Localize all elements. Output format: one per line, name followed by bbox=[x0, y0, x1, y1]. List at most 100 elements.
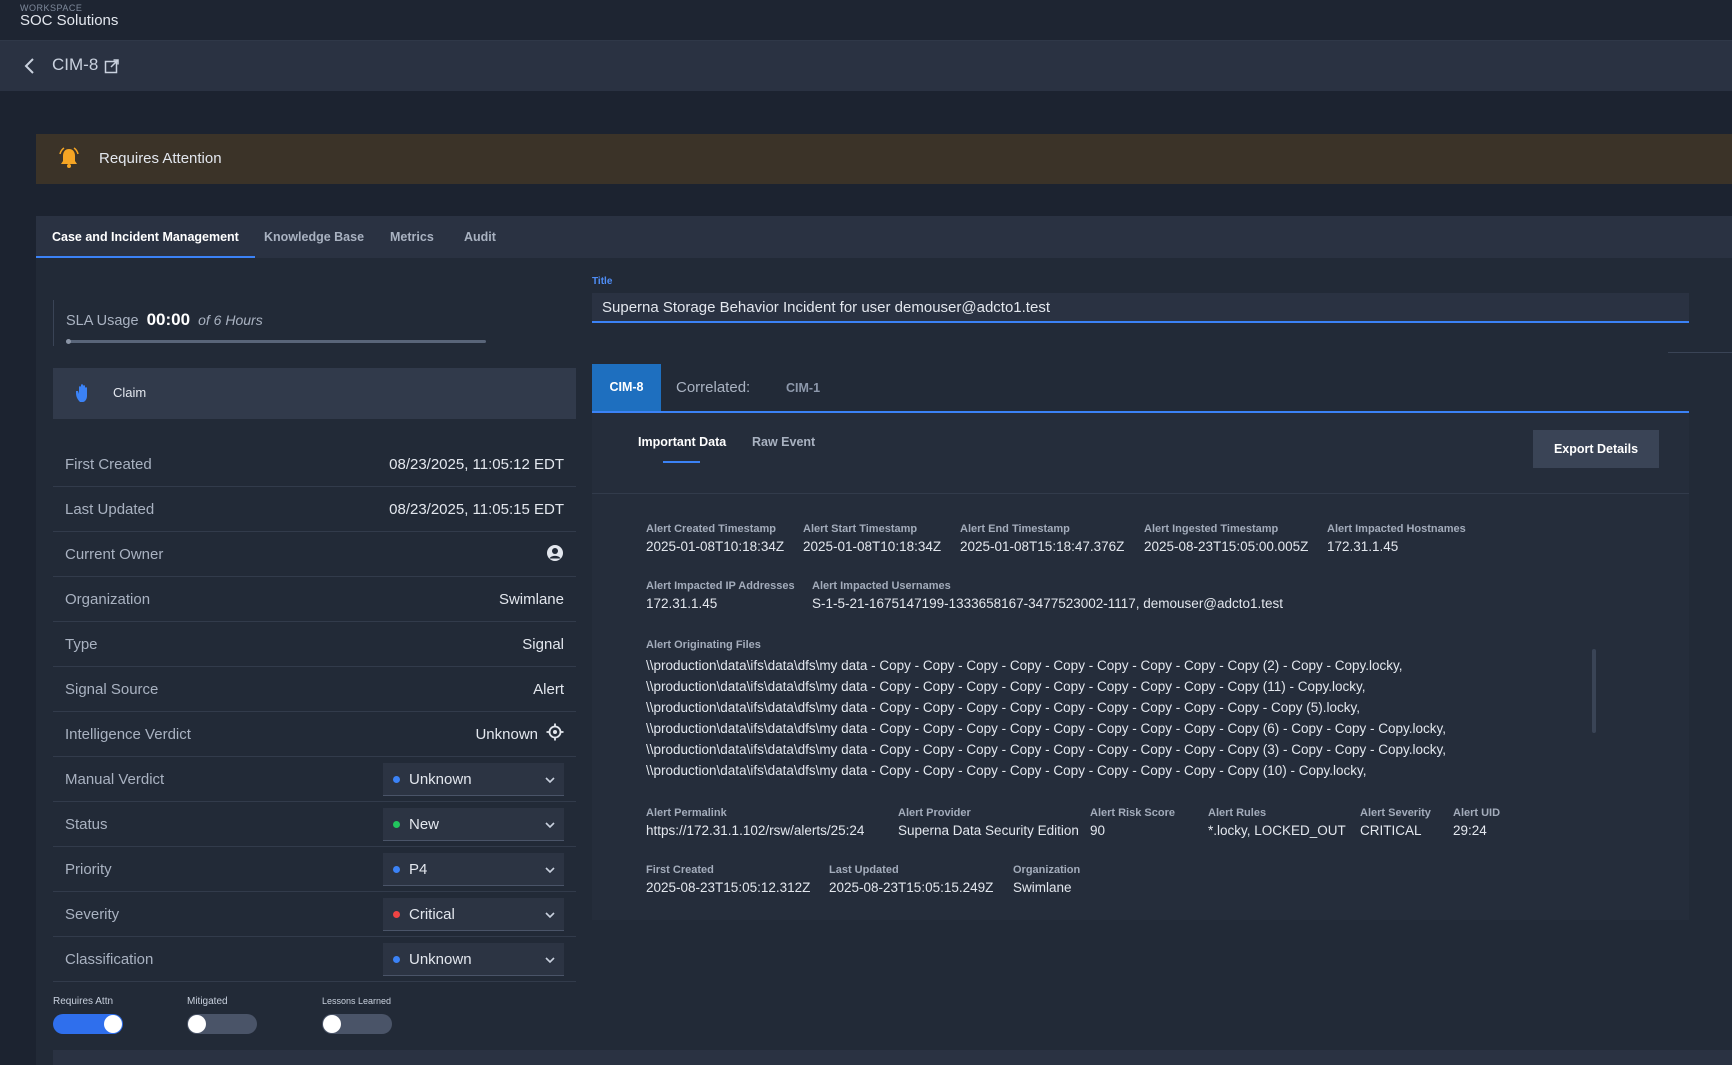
tab-cim-8[interactable]: CIM-8 bbox=[592, 364, 661, 411]
detail-alert-end: Alert End Timestamp 2025-01-08T15:18:47.… bbox=[960, 523, 1124, 554]
case-header: CIM-8 bbox=[0, 41, 1732, 91]
classification-select[interactable]: Unknown bbox=[383, 943, 564, 976]
tab-knowledge-base[interactable]: Knowledge Base bbox=[264, 216, 364, 258]
tab-important-data[interactable]: Important Data bbox=[638, 435, 726, 449]
detail-alert-provider: Alert Provider Superna Data Security Edi… bbox=[898, 807, 1079, 838]
user-avatar-icon[interactable] bbox=[546, 544, 564, 562]
detail-value: 2025-08-23T15:05:15.249Z bbox=[829, 880, 994, 895]
detail-label: First Created bbox=[646, 864, 714, 876]
detail-alert-risk-score: Alert Risk Score 90 bbox=[1090, 807, 1175, 838]
files-scrollbar[interactable] bbox=[1592, 649, 1596, 733]
manual-verdict-select[interactable]: Unknown bbox=[383, 763, 564, 796]
detail-alert-ips: Alert Impacted IP Addresses 172.31.1.45 bbox=[646, 580, 795, 611]
detail-value: S-1-5-21-1675147199-1333658167-347752300… bbox=[812, 596, 1284, 611]
requires-attn-toggle[interactable] bbox=[53, 1014, 123, 1034]
detail-value: 29:24 bbox=[1453, 823, 1487, 838]
field-label: Current Owner bbox=[65, 546, 164, 563]
workspace-name[interactable]: SOC Solutions bbox=[20, 12, 118, 29]
field-severity: Severity Critical bbox=[53, 892, 576, 937]
crosshair-icon[interactable] bbox=[546, 723, 564, 741]
field-value: Alert bbox=[533, 681, 564, 698]
back-arrow-icon[interactable] bbox=[20, 56, 40, 76]
hand-icon bbox=[76, 384, 87, 402]
case-toggles: Requires Attn Mitigated Lessons Learned bbox=[53, 996, 576, 1056]
detail-label: Alert Impacted Usernames bbox=[812, 580, 951, 592]
sla-label: SLA Usage bbox=[66, 313, 139, 329]
detail-label: Alert Risk Score bbox=[1090, 807, 1175, 819]
detail-label: Alert Created Timestamp bbox=[646, 523, 777, 535]
detail-alert-severity: Alert Severity CRITICAL bbox=[1360, 807, 1431, 838]
detail-organization: Organization Swimlane bbox=[1013, 864, 1080, 895]
field-priority: Priority P4 bbox=[53, 847, 576, 892]
detail-alert-files: Alert Originating Files \\production\dat… bbox=[646, 639, 1586, 784]
field-label: Type bbox=[65, 636, 98, 653]
banner-text: Requires Attention bbox=[99, 150, 222, 167]
title-input[interactable] bbox=[592, 293, 1689, 323]
field-label: Manual Verdict bbox=[65, 771, 165, 788]
detail-value[interactable]: https://172.31.1.102/rsw/alerts/25:24 bbox=[646, 823, 864, 838]
field-type: Type Signal bbox=[53, 622, 576, 667]
field-value: Swimlane bbox=[498, 591, 564, 608]
field-classification: Classification Unknown bbox=[53, 937, 576, 982]
detail-value: 172.31.1.45 bbox=[1327, 539, 1399, 554]
detail-value: 2025-08-23T15:05:12.312Z bbox=[646, 880, 811, 895]
export-details-button[interactable]: Export Details bbox=[1533, 430, 1659, 468]
field-label: Intelligence Verdict bbox=[65, 726, 191, 743]
divider bbox=[592, 493, 1689, 494]
priority-select[interactable]: P4 bbox=[383, 853, 564, 886]
field-intelligence-verdict: Intelligence Verdict Unknown bbox=[53, 712, 576, 757]
detail-label: Last Updated bbox=[829, 864, 899, 876]
claim-button[interactable]: Claim bbox=[53, 368, 576, 419]
field-status: Status New bbox=[53, 802, 576, 847]
detail-alert-ingested: Alert Ingested Timestamp 2025-08-23T15:0… bbox=[1144, 523, 1308, 554]
chevron-down-icon bbox=[545, 777, 555, 784]
field-value: 08/23/2025, 11:05:12 EDT bbox=[389, 456, 564, 473]
mitigated-toggle[interactable] bbox=[187, 1014, 257, 1034]
detail-alert-start: Alert Start Timestamp 2025-01-08T10:18:3… bbox=[803, 523, 941, 554]
tab-raw-event[interactable]: Raw Event bbox=[752, 435, 815, 449]
file-path: \\production\data\ifs\data\dfs\my data -… bbox=[646, 742, 1447, 757]
detail-label: Alert Impacted Hostnames bbox=[1327, 523, 1466, 535]
severity-select[interactable]: Critical bbox=[383, 898, 564, 931]
status-select[interactable]: New bbox=[383, 808, 564, 841]
field-label: First Created bbox=[65, 456, 152, 473]
status-dot bbox=[393, 911, 400, 918]
case-fields: First Created 08/23/2025, 11:05:12 EDT L… bbox=[53, 442, 576, 982]
detail-value: 90 bbox=[1090, 823, 1106, 838]
detail-alert-rules: Alert Rules *.locky, LOCKED_OUT bbox=[1208, 807, 1346, 838]
sla-time: 00:00 bbox=[146, 310, 191, 329]
detail-value: 2025-08-23T15:05:00.005Z bbox=[1144, 539, 1309, 554]
field-label: Status bbox=[65, 816, 108, 833]
tab-audit[interactable]: Audit bbox=[464, 216, 496, 258]
field-value: Signal bbox=[522, 636, 564, 653]
main-panel: Case and Incident Management Knowledge B… bbox=[36, 216, 1732, 1065]
bell-icon bbox=[59, 147, 79, 168]
detail-label: Organization bbox=[1013, 864, 1081, 876]
detail-label: Alert Ingested Timestamp bbox=[1144, 523, 1279, 535]
field-last-updated: Last Updated 08/23/2025, 11:05:15 EDT bbox=[53, 487, 576, 532]
field-organization: Organization Swimlane bbox=[53, 577, 576, 622]
tab-cim-1[interactable]: CIM-1 bbox=[786, 381, 820, 395]
tab-case-incident-management[interactable]: Case and Incident Management bbox=[36, 216, 255, 258]
external-link-icon[interactable] bbox=[104, 58, 120, 74]
title-label: Title bbox=[592, 276, 613, 287]
correlated-label: Correlated: bbox=[676, 379, 751, 396]
select-value: P4 bbox=[409, 861, 428, 878]
active-tab-indicator bbox=[663, 461, 700, 463]
detail-value: 172.31.1.45 bbox=[646, 596, 718, 611]
detail-value: Swimlane bbox=[1013, 880, 1072, 895]
detail-label: Alert End Timestamp bbox=[960, 523, 1070, 535]
select-value: Critical bbox=[409, 906, 455, 923]
field-label: Signal Source bbox=[65, 681, 159, 698]
tab-metrics[interactable]: Metrics bbox=[390, 216, 434, 258]
claim-label: Claim bbox=[113, 385, 147, 400]
field-label: Classification bbox=[65, 951, 154, 968]
tab-bar: Case and Incident Management Knowledge B… bbox=[36, 216, 1732, 258]
sla-progress-bar bbox=[66, 340, 486, 343]
detail-label: Alert Rules bbox=[1208, 807, 1267, 819]
lessons-learned-toggle[interactable] bbox=[322, 1014, 392, 1034]
field-label: Priority bbox=[65, 861, 112, 878]
detail-value: 2025-01-08T10:18:34Z bbox=[646, 539, 785, 554]
detail-panel: Important Data Raw Event Export Details … bbox=[592, 413, 1689, 920]
divider bbox=[1668, 352, 1732, 353]
